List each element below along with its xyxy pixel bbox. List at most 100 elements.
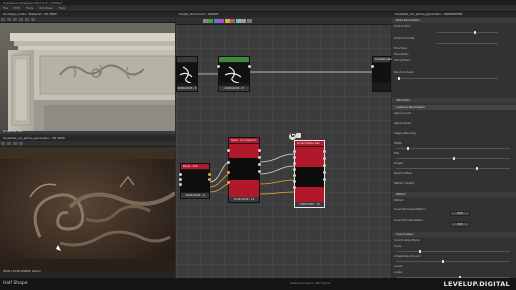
camera-menu-icon[interactable]: [7, 18, 11, 21]
node-thumbnail: [295, 147, 324, 203]
prop-invert: Invert: [394, 264, 403, 268]
node-input-port[interactable]: [179, 173, 182, 176]
graph-node-filter[interactable]: 2048x2048 - 8: [217, 56, 251, 92]
viewport-3d-panel: Archway_Lintel - Material - 3D VIEW Lit …: [0, 12, 175, 134]
edit-scale-pattern-button[interactable]: Edit: [450, 211, 470, 216]
node-input-port[interactable]: [179, 178, 182, 181]
height-slider[interactable]: [396, 167, 510, 170]
menu-help[interactable]: Help: [59, 6, 66, 10]
properties-panel: Sculpted_car_spline_generator - PROPERTI…: [392, 12, 516, 279]
node-thumbnail: [219, 63, 249, 83]
node-output-port[interactable]: [258, 156, 261, 159]
node-output-port[interactable]: [323, 150, 326, 153]
prop-amplitude: Amplitude Amount: [394, 254, 421, 258]
prop-pixel-size: Pixel Size: [394, 46, 408, 50]
node-input-port[interactable]: [293, 156, 296, 159]
node-input-port[interactable]: [293, 186, 296, 189]
section-attributes[interactable]: Attributes: [392, 98, 516, 103]
node-output-port[interactable]: [258, 170, 261, 173]
node-input-port[interactable]: [293, 180, 296, 183]
output-format-select[interactable]: [437, 43, 498, 44]
viewport-3d-canvas[interactable]: [0, 23, 175, 131]
node-input-port[interactable]: [179, 183, 182, 186]
roll-slider[interactable]: [396, 157, 510, 160]
viewport-2d-panel: Sculpted_car_spline_generator - 2D VIEW …: [0, 136, 175, 278]
node-size-label: 2048x2048 - 8: [177, 86, 197, 91]
node-input-port[interactable]: [293, 150, 296, 153]
node-input-port[interactable]: [293, 168, 296, 171]
section-pattern[interactable]: Pattern: [392, 192, 516, 197]
node-size-label: 2048x2048 - 8: [181, 193, 209, 198]
materials-menu-icon[interactable]: [19, 18, 23, 21]
menu-tools[interactable]: Tools: [26, 6, 33, 10]
node-output-port[interactable]: [258, 149, 261, 152]
node-output-port[interactable]: [258, 163, 261, 166]
prop-height: Height: [394, 161, 404, 165]
graph-node-transformation[interactable]: Transformation: [371, 56, 394, 92]
tiling-icon[interactable]: [13, 142, 17, 145]
viewport-3d-footer: Lit Sphere Fine: [3, 130, 23, 133]
node-output-port[interactable]: [323, 157, 326, 160]
prop-pattern: Pattern: [394, 198, 405, 202]
menu-windows[interactable]: Windows: [39, 6, 52, 10]
section-instance-parameters[interactable]: Instance Parameters: [392, 105, 516, 110]
lights-menu-icon[interactable]: [25, 18, 29, 21]
node-input-port[interactable]: [293, 174, 296, 177]
environment-menu-icon[interactable]: [13, 18, 17, 21]
amplitude-slider[interactable]: [396, 260, 510, 263]
prop-width: Width: [394, 141, 403, 145]
menu-edit[interactable]: Edit: [14, 6, 20, 10]
output-size-slider[interactable]: [437, 31, 498, 34]
prop-pattern-height: Pattern Height: [394, 181, 415, 185]
section-coordinates[interactable]: Coordinates: [392, 232, 516, 237]
prop-output-size: Output Size: [394, 24, 411, 28]
prop-pixel-ratio: Pixel Ratio: [394, 52, 409, 56]
graph-node-bevel[interactable]: Bevel - 8x8 2048x2048 - 8: [179, 163, 211, 199]
menu-bar: File Edit Tools Windows Help: [0, 5, 516, 12]
prop-depth-offset: Depth Offset: [394, 171, 412, 175]
node-input-port[interactable]: [293, 162, 296, 165]
viewport-2d-canvas[interactable]: [0, 147, 175, 273]
scale-slider[interactable]: [396, 250, 510, 253]
graph-wires: [198, 71, 372, 195]
prop-shape-blending: Shape Blending: [394, 131, 416, 135]
prop-tiling-mode: Tiling Mode: [394, 58, 411, 62]
graph-node-splat[interactable]: Splat - Pro (Splat-V) 2048x2048 - 16: [227, 137, 261, 203]
node-output-port[interactable]: [323, 178, 326, 181]
node-output-port[interactable]: [208, 178, 211, 181]
node-input-port[interactable]: [227, 181, 230, 184]
node-output-port[interactable]: [208, 173, 211, 176]
channel-rgb-icon[interactable]: [1, 142, 5, 145]
prop-angle: Angle: [394, 270, 402, 274]
random-seed-slider[interactable]: [396, 77, 498, 80]
viewport-2d-footer: 2048 x 2048 (RGBA8, 16bpc): [3, 270, 41, 273]
width-slider[interactable]: [396, 147, 510, 150]
node-thumbnail: [181, 170, 209, 192]
node-badge-icon[interactable]: G: [289, 133, 296, 140]
node-size-label: 2048x2048 - 16: [295, 202, 324, 207]
prop-roll: Roll: [394, 151, 400, 155]
node-input-port[interactable]: [227, 171, 230, 174]
node-function-icon[interactable]: [296, 133, 301, 138]
graph-node-input[interactable]: 2048x2048 - 8: [176, 56, 198, 92]
node-input-port[interactable]: [227, 161, 230, 164]
node-input-port[interactable]: [217, 65, 220, 68]
zoom-fit-icon[interactable]: [19, 142, 23, 145]
channel-alpha-icon[interactable]: [7, 142, 11, 145]
node-input-port[interactable]: [371, 65, 374, 68]
node-size-label: 2048x2048 - 8: [219, 86, 249, 91]
section-base-parameters[interactable]: Base Parameters: [392, 18, 516, 23]
graph-node-sculpt-spline[interactable]: Sculpt Spline Gen 2048x2048 - 16: [293, 140, 326, 208]
node-output-port[interactable]: [323, 171, 326, 174]
node-input-port[interactable]: [227, 149, 230, 152]
node-output-port[interactable]: [323, 164, 326, 167]
scene-menu-icon[interactable]: [1, 18, 5, 21]
edit-cap-pattern-button[interactable]: Edit: [450, 222, 470, 227]
display-menu-icon[interactable]: [31, 18, 35, 21]
prop-output-format: Output Format: [394, 36, 415, 40]
node-output-port[interactable]: [248, 65, 251, 68]
node-thumbnail: [229, 144, 259, 198]
node-thumbnail: [177, 63, 197, 83]
window-title: Substance Designer 2017.1.0 - Untitled: [3, 0, 63, 5]
menu-file[interactable]: File: [3, 6, 8, 10]
